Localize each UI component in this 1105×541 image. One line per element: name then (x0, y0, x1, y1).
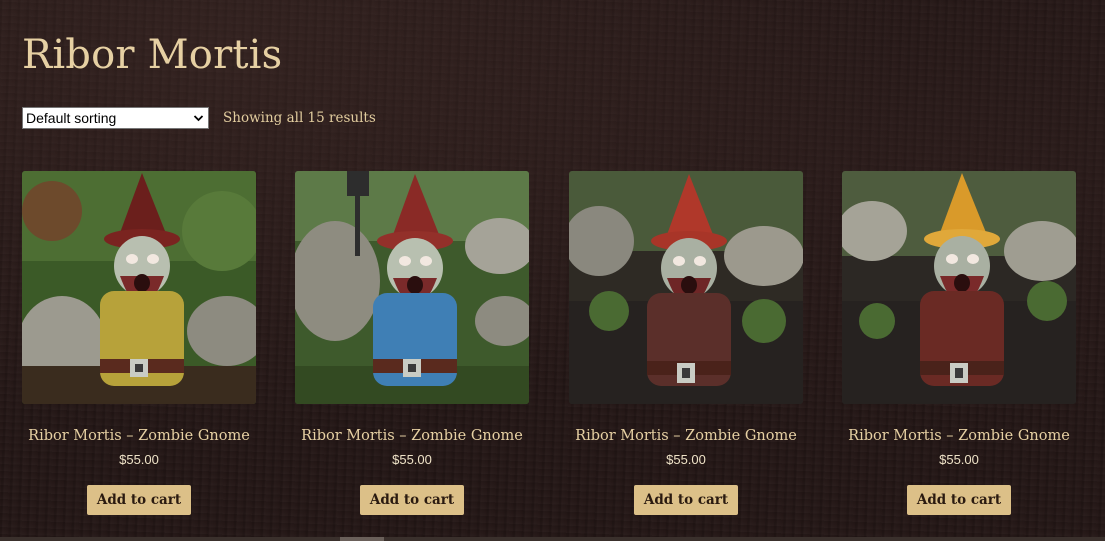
product-image[interactable] (22, 171, 256, 404)
product-title[interactable]: Ribor Mortis – Zombie Gnome (295, 428, 529, 444)
product-image[interactable] (569, 171, 803, 404)
product-card: Ribor Mortis – Zombie Gnome $55.00 Add t… (842, 171, 1076, 515)
chevron-down-icon (193, 115, 204, 122)
add-to-cart-button[interactable]: Add to cart (86, 485, 192, 515)
product-title[interactable]: Ribor Mortis – Zombie Gnome (22, 428, 256, 444)
shop-toolbar: Default sorting Showing all 15 results (22, 106, 376, 130)
add-to-cart-button[interactable]: Add to cart (906, 485, 1012, 515)
product-title[interactable]: Ribor Mortis – Zombie Gnome (842, 428, 1076, 444)
sort-dropdown[interactable]: Default sorting (22, 107, 209, 129)
add-to-cart-button[interactable]: Add to cart (359, 485, 465, 515)
result-count: Showing all 15 results (223, 110, 376, 126)
product-price: $55.00 (392, 452, 432, 467)
product-title[interactable]: Ribor Mortis – Zombie Gnome (569, 428, 803, 444)
product-price: $55.00 (666, 452, 706, 467)
product-price: $55.00 (119, 452, 159, 467)
product-image[interactable] (295, 171, 529, 404)
product-card: Ribor Mortis – Zombie Gnome $55.00 Add t… (22, 171, 256, 515)
horizontal-scrollbar[interactable] (0, 537, 1105, 541)
page-title: Ribor Mortis (22, 32, 283, 78)
product-price: $55.00 (939, 452, 979, 467)
product-image[interactable] (842, 171, 1076, 404)
product-card: Ribor Mortis – Zombie Gnome $55.00 Add t… (295, 171, 529, 515)
product-grid: Ribor Mortis – Zombie Gnome $55.00 Add t… (22, 171, 1082, 531)
sort-selected-label: Default sorting (26, 110, 117, 126)
scrollbar-thumb[interactable] (340, 537, 384, 541)
product-card: Ribor Mortis – Zombie Gnome $55.00 Add t… (569, 171, 803, 515)
add-to-cart-button[interactable]: Add to cart (633, 485, 739, 515)
